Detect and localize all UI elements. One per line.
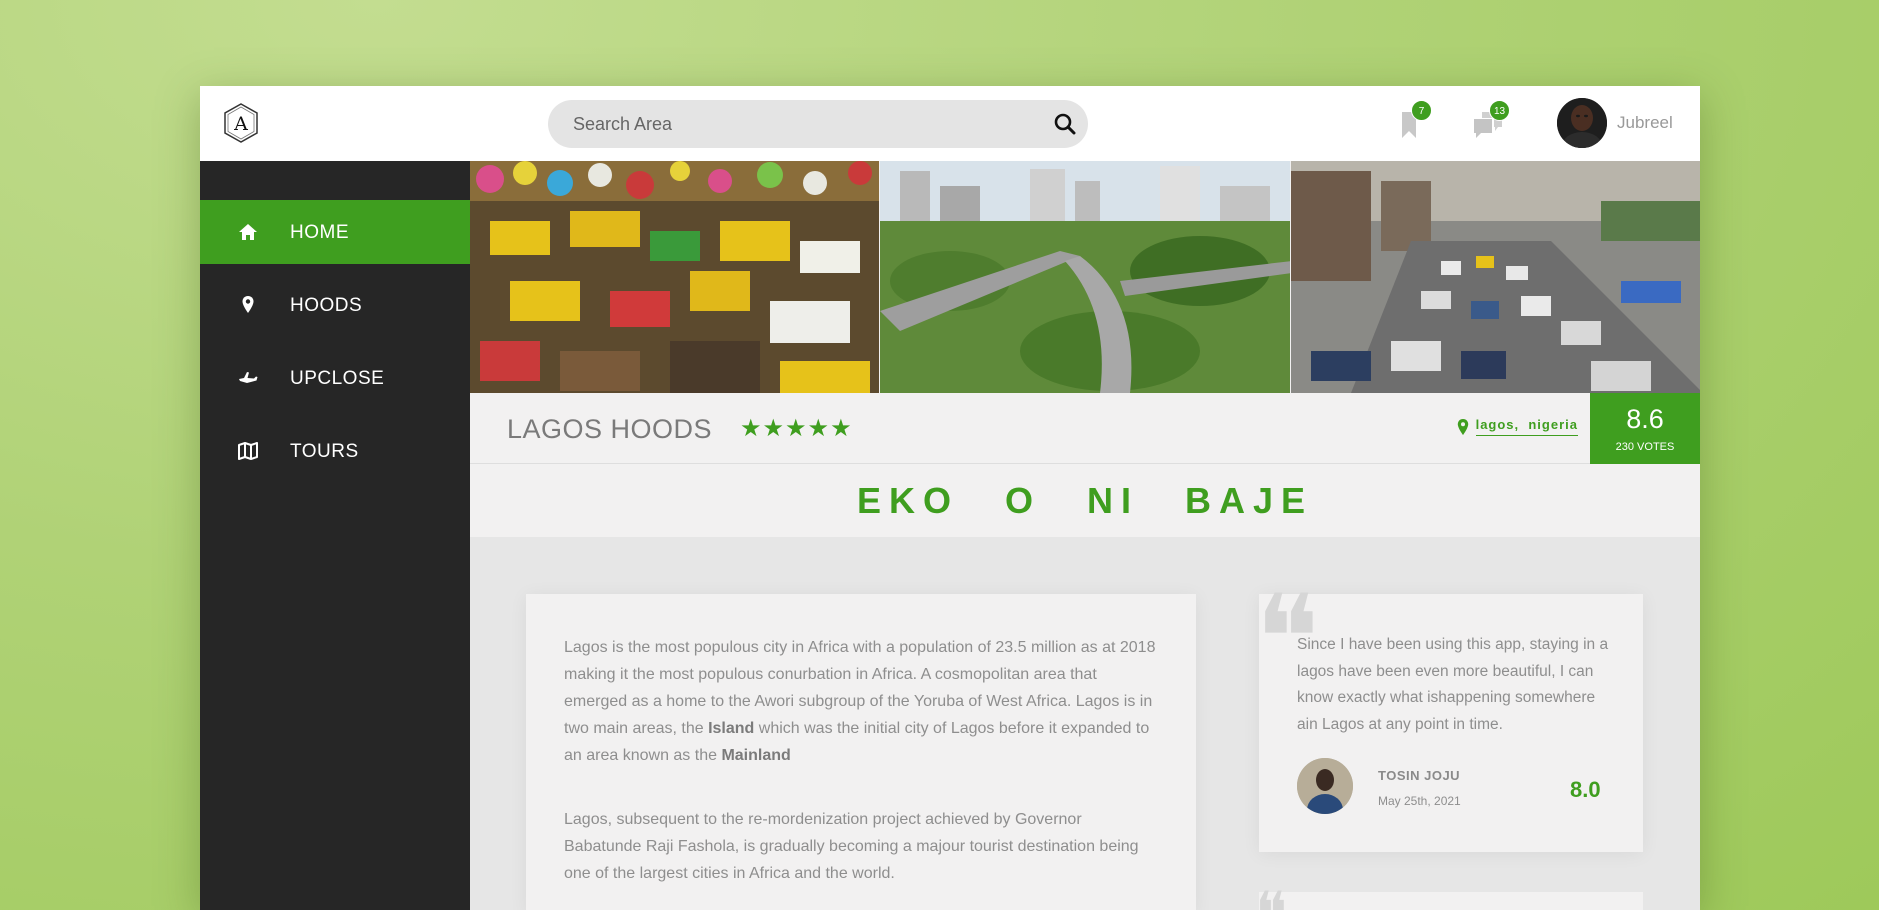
mainland-highlight: Mainland (721, 747, 791, 764)
article-paragraph-1: Lagos is the most populous city in Afric… (564, 639, 1156, 764)
star-rating: ★★★★★ (740, 415, 853, 442)
hero-photo-city-aerial[interactable] (880, 161, 1290, 393)
sidebar-item-upclose[interactable]: UPCLOSE (200, 346, 470, 410)
search-bar (548, 100, 1088, 148)
location-pin-icon (1456, 418, 1470, 436)
username-label[interactable]: Jubreel (1617, 113, 1673, 133)
review-card: ❝ (1255, 884, 1643, 910)
slogan-bar: EKO O NI BAJE (470, 465, 1700, 537)
review-date: May 25th, 2021 (1378, 794, 1461, 808)
content-area: Lagos is the most populous city in Afric… (470, 537, 1700, 910)
review-text: Since I have been using this app, stayin… (1297, 636, 1609, 733)
search-icon[interactable] (1052, 111, 1078, 137)
user-avatar[interactable] (1557, 98, 1607, 148)
votes-count: 230 VOTES (1615, 441, 1675, 453)
app-logo[interactable]: A (222, 102, 260, 144)
slogan-heading: EKO O NI BAJE (856, 480, 1314, 521)
app-window: A 7 (200, 86, 1700, 910)
hero-photo-traffic[interactable] (1290, 161, 1700, 393)
messages-count-badge: 13 (1489, 100, 1510, 121)
map-pin-icon (236, 293, 260, 317)
score-box: 8.6 230 VOTES (1590, 393, 1700, 464)
review-card: ❝ Since I have been using this app, stay… (1255, 580, 1643, 852)
sidebar-item-label: HOME (290, 222, 349, 243)
place-title: LAGOS HOODS (507, 414, 713, 444)
sidebar-item-home[interactable]: HOME (200, 200, 470, 264)
place-info-bar: LAGOS HOODS ★★★★★ lagos, nigeria 8.6 230… (470, 393, 1700, 464)
hero-photo-market[interactable] (470, 161, 880, 393)
sidebar-item-label: HOODS (290, 295, 363, 316)
article-paragraph-2: Lagos, subsequent to the re-mordenizatio… (564, 811, 1139, 882)
reviewer-avatar[interactable] (1297, 758, 1353, 814)
home-icon (236, 220, 260, 244)
review-score: 8.0 (1570, 777, 1601, 802)
sidebar: HOME HOODS UPCLOSE TOURS (200, 161, 470, 910)
article-card: Lagos is the most populous city in Afric… (526, 594, 1196, 910)
airplane-icon (236, 366, 260, 390)
location-link[interactable]: lagos, nigeria (1456, 417, 1578, 436)
island-highlight: Island (708, 720, 755, 737)
svg-text:A: A (233, 113, 248, 135)
chat-icon (1468, 112, 1508, 148)
map-icon (236, 439, 260, 463)
sidebar-item-hoods[interactable]: HOODS (200, 273, 470, 337)
hero-gallery (470, 161, 1700, 393)
location-text: lagos, nigeria (1475, 417, 1578, 436)
bookmarks-button[interactable]: 7 (1390, 100, 1432, 144)
messages-button[interactable]: 13 (1468, 100, 1510, 144)
top-bar: A 7 (200, 86, 1700, 161)
bookmarks-count-badge: 7 (1411, 100, 1432, 121)
sidebar-item-label: UPCLOSE (290, 368, 385, 389)
reviewer-name: TOSIN JOJU (1378, 768, 1461, 783)
place-score: 8.6 (1626, 404, 1664, 434)
sidebar-item-label: TOURS (290, 441, 359, 462)
sidebar-item-tours[interactable]: TOURS (200, 419, 470, 483)
search-input[interactable] (573, 100, 1033, 148)
bookmark-icon (1390, 112, 1430, 148)
quote-icon: ❝ (1255, 884, 1287, 910)
